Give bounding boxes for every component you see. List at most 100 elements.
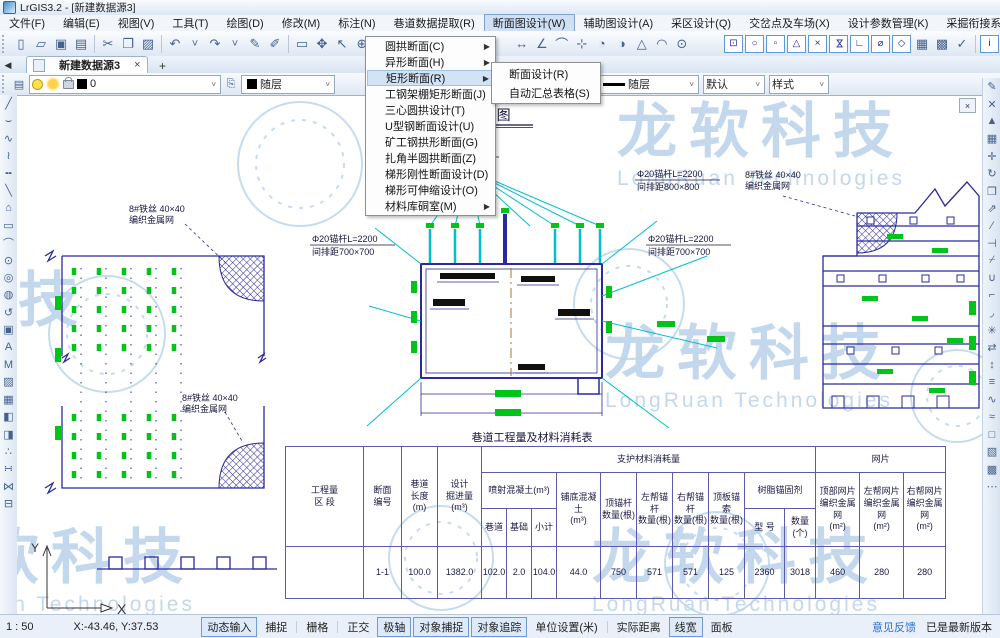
- menu-item-rectangular[interactable]: 矩形断面(R)▶: [367, 70, 494, 86]
- save-icon[interactable]: ▣: [51, 34, 71, 54]
- color-combo[interactable]: 随层 ˅: [241, 75, 335, 94]
- tab-close-icon[interactable]: ×: [134, 59, 140, 71]
- menu-section-design[interactable]: 断面图设计(W): [484, 14, 575, 32]
- tab-document[interactable]: 新建数据源3 ×: [26, 56, 148, 73]
- layer-combo[interactable]: 0 ˅: [29, 75, 221, 94]
- lengthen-icon[interactable]: ≡: [984, 374, 1000, 391]
- polygon-icon[interactable]: ⌂: [1, 199, 17, 216]
- redo-dropdown-icon[interactable]: ˅: [225, 34, 245, 54]
- toggle-panel[interactable]: 面板: [705, 617, 739, 637]
- menu-item-mine-steel-arch[interactable]: 矿工钢拱形断面(G): [367, 134, 494, 150]
- layer-manager-icon[interactable]: ▤: [11, 76, 27, 92]
- polyline-icon[interactable]: ⌣: [1, 112, 17, 129]
- copy-icon[interactable]: ❐: [118, 34, 138, 54]
- pan-icon[interactable]: ✥: [312, 34, 332, 54]
- menu-draw[interactable]: 绘图(D): [217, 14, 272, 32]
- menu-design-params[interactable]: 设计参数管理(K): [839, 14, 938, 32]
- break-icon[interactable]: ∪: [984, 269, 1000, 286]
- edit-spline-icon[interactable]: ≈: [984, 408, 1000, 425]
- circle-icon[interactable]: ⊙: [1, 252, 17, 269]
- hatch-icon[interactable]: ▨: [1, 373, 17, 390]
- menu-edit[interactable]: 编辑(E): [54, 14, 109, 32]
- copy-object-icon[interactable]: ❐: [984, 182, 1000, 199]
- draw-circle-icon[interactable]: ○: [745, 35, 764, 53]
- wave-icon[interactable]: ≀: [1, 147, 17, 164]
- measure-arc-icon[interactable]: ⌒: [552, 34, 572, 54]
- measure-azimuth-icon[interactable]: ◔: [592, 34, 612, 54]
- donut-icon[interactable]: ◍: [1, 286, 17, 303]
- print-icon[interactable]: ▤: [71, 34, 91, 54]
- solid-icon[interactable]: ▧: [984, 443, 1000, 460]
- tab-scroll-left-icon[interactable]: ◀: [0, 58, 16, 73]
- pencil-icon[interactable]: ✎: [984, 78, 1000, 95]
- menu-file[interactable]: 文件(F): [0, 14, 54, 32]
- viewport-icon[interactable]: ▭: [292, 34, 312, 54]
- toggle-dynamic-input[interactable]: 动态输入: [201, 617, 257, 637]
- layer-on-icon[interactable]: [32, 79, 43, 90]
- explode-icon[interactable]: ⇄: [984, 339, 1000, 356]
- draw-cross-icon[interactable]: ×: [808, 35, 827, 53]
- toggle-lineweight[interactable]: 线宽: [669, 617, 703, 637]
- cut-icon[interactable]: ✂: [98, 34, 118, 54]
- menu-junction-yard[interactable]: 交岔点及车场(X): [740, 14, 839, 32]
- region-icon[interactable]: ▣: [1, 321, 17, 338]
- chevron-down-icon[interactable]: ˅: [209, 80, 218, 89]
- menu-roadway-extract[interactable]: 巷道数据提取(R): [385, 14, 484, 32]
- menu-item-trapezoid-flexible[interactable]: 梯形可伸缩设计(O): [367, 182, 494, 198]
- boundary-icon[interactable]: ⊟: [1, 495, 17, 512]
- menu-mining-area[interactable]: 采区设计(Q): [662, 14, 740, 32]
- menu-item-material-chamber[interactable]: 材料库硐室(M)▶: [367, 198, 494, 214]
- menu-modify[interactable]: 修改(M): [273, 14, 330, 32]
- draw-diameter-icon[interactable]: ⌀: [871, 35, 890, 53]
- chevron-down-icon[interactable]: ˅: [753, 80, 762, 89]
- scale-icon[interactable]: ∕: [984, 217, 1000, 234]
- measure-point-icon[interactable]: ⊙: [672, 34, 692, 54]
- move-icon[interactable]: ✛: [984, 148, 1000, 165]
- chevron-down-icon[interactable]: ˅: [687, 80, 696, 89]
- ellipse-icon[interactable]: ◎: [1, 269, 17, 286]
- ray-icon[interactable]: ╲: [1, 182, 17, 199]
- canvas-close-icon[interactable]: ×: [959, 98, 976, 113]
- plot-icon[interactable]: ⎘: [223, 76, 239, 92]
- menu-item-irregular[interactable]: 异形断面(H)▶: [367, 54, 494, 70]
- new-icon[interactable]: ▯: [11, 34, 31, 54]
- draw-perpendicular-icon[interactable]: ∟: [850, 35, 869, 53]
- feedback-link[interactable]: 意见反馈: [872, 619, 916, 635]
- toggle-actual-distance[interactable]: 实际距离: [611, 617, 667, 637]
- draw-hourglass-icon[interactable]: ⋈: [829, 35, 848, 53]
- hatch-edit-icon[interactable]: ▩: [984, 461, 1000, 478]
- menu-dimension[interactable]: 标注(N): [329, 14, 384, 32]
- confirm-icon[interactable]: ✓: [952, 34, 972, 54]
- line-icon[interactable]: ╱: [1, 95, 17, 112]
- undo-dropdown-icon[interactable]: ˅: [185, 34, 205, 54]
- measure-coordinate-icon[interactable]: ⊹: [572, 34, 592, 54]
- open-icon[interactable]: ▱: [31, 34, 51, 54]
- insert-block-icon[interactable]: ◨: [1, 425, 17, 442]
- toggle-unit-setting[interactable]: 单位设置(米): [529, 617, 603, 637]
- rotate-icon[interactable]: ↻: [984, 165, 1000, 182]
- extend-icon[interactable]: ⌿: [984, 252, 1000, 269]
- menu-view[interactable]: 视图(V): [109, 14, 164, 32]
- join-icon[interactable]: ⌐: [984, 287, 1000, 304]
- menu-item-steel-shed-rect[interactable]: 工钢架棚矩形断面(J): [367, 86, 494, 102]
- measure-angle-icon[interactable]: ∠: [532, 34, 552, 54]
- menu-item-u-steel[interactable]: U型钢断面设计(U): [367, 118, 494, 134]
- menu-item-round-arch[interactable]: 圆拱断面(C)▶: [367, 38, 494, 54]
- construction-line-icon[interactable]: ╍: [1, 165, 17, 182]
- new-tab-button[interactable]: +: [154, 59, 172, 73]
- toggle-ortho[interactable]: 正交: [341, 617, 375, 637]
- chevron-down-icon[interactable]: ˅: [323, 80, 332, 89]
- arc-icon[interactable]: ⌒: [1, 234, 17, 251]
- point-icon[interactable]: ∴: [1, 443, 17, 460]
- menu-mining-link[interactable]: 采掘衔接系统(F): [937, 14, 1000, 32]
- block-icon[interactable]: ◧: [1, 408, 17, 425]
- draw-center-square-icon[interactable]: ⊡: [724, 35, 743, 53]
- measure-icon[interactable]: ⋈: [1, 478, 17, 495]
- toggle-snap[interactable]: 捕捉: [259, 617, 293, 637]
- undo-icon[interactable]: ↶: [165, 34, 185, 54]
- rect-edit-icon[interactable]: □: [984, 426, 1000, 443]
- measure-slope-icon[interactable]: △: [632, 34, 652, 54]
- layer-thaw-icon[interactable]: [48, 79, 58, 89]
- toggle-object-track[interactable]: 对象追踪: [471, 617, 527, 637]
- gradient-icon[interactable]: ▦: [1, 391, 17, 408]
